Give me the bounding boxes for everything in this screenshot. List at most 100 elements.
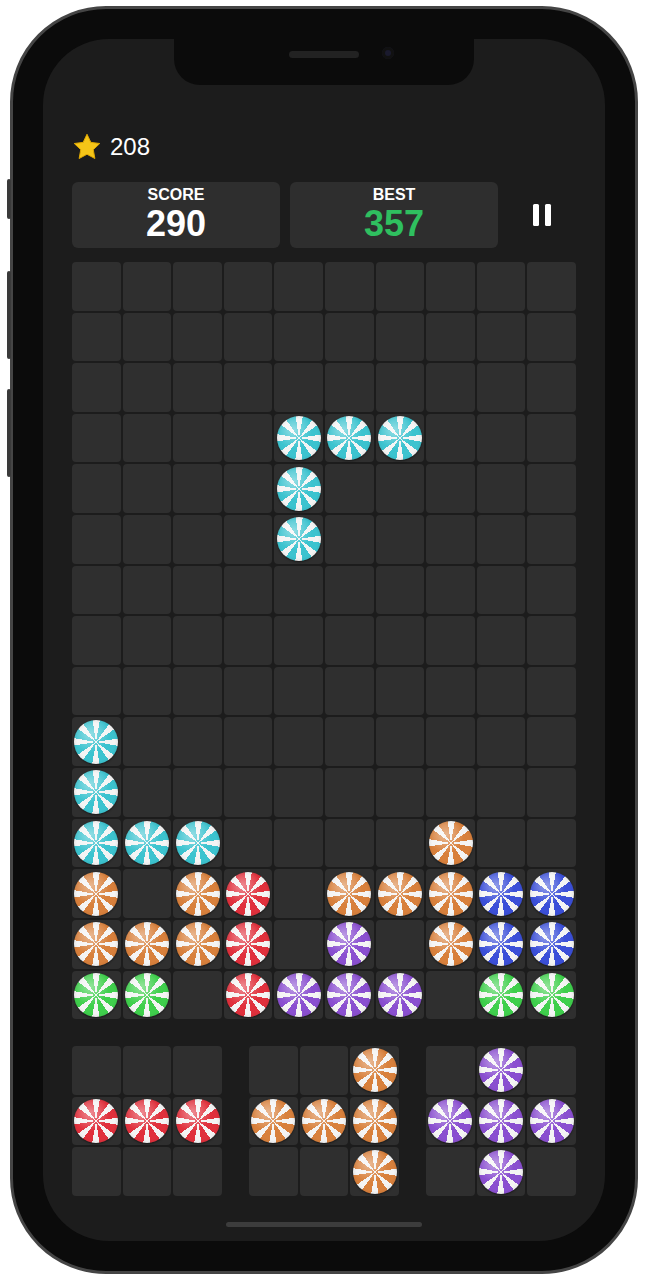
board-cell[interactable]: [527, 464, 576, 513]
board-cell[interactable]: [123, 616, 172, 665]
piece-cell[interactable]: [123, 1046, 172, 1095]
board-cell[interactable]: [325, 363, 374, 412]
board-cell[interactable]: [426, 869, 475, 918]
board-cell[interactable]: [274, 414, 323, 463]
board-cell[interactable]: [274, 819, 323, 868]
piece-cell[interactable]: [426, 1147, 475, 1196]
board-cell[interactable]: [72, 717, 121, 766]
board-cell[interactable]: [325, 313, 374, 362]
board-cell[interactable]: [325, 414, 374, 463]
board-cell[interactable]: [224, 414, 273, 463]
board-cell[interactable]: [123, 667, 172, 716]
board-cell[interactable]: [123, 464, 172, 513]
board-cell[interactable]: [426, 515, 475, 564]
board-cell[interactable]: [123, 313, 172, 362]
piece-cell[interactable]: [300, 1046, 349, 1095]
piece-cell[interactable]: [350, 1046, 399, 1095]
board-cell[interactable]: [527, 768, 576, 817]
board-cell[interactable]: [72, 566, 121, 615]
board-cell[interactable]: [274, 313, 323, 362]
board-cell[interactable]: [123, 819, 172, 868]
piece-cell[interactable]: [350, 1097, 399, 1146]
board-cell[interactable]: [376, 262, 425, 311]
board-cell[interactable]: [426, 667, 475, 716]
board-cell[interactable]: [274, 920, 323, 969]
piece-cell[interactable]: [477, 1046, 526, 1095]
board-cell[interactable]: [224, 667, 273, 716]
board-cell[interactable]: [173, 869, 222, 918]
board-cell[interactable]: [173, 920, 222, 969]
board-cell[interactable]: [274, 363, 323, 412]
board-cell[interactable]: [173, 819, 222, 868]
board-cell[interactable]: [224, 869, 273, 918]
board-cell[interactable]: [426, 920, 475, 969]
board-cell[interactable]: [325, 869, 374, 918]
piece[interactable]: [72, 1046, 222, 1196]
board-cell[interactable]: [224, 920, 273, 969]
board-cell[interactable]: [72, 262, 121, 311]
board-cell[interactable]: [274, 515, 323, 564]
board-cell[interactable]: [224, 515, 273, 564]
board-cell[interactable]: [123, 566, 172, 615]
piece-cell[interactable]: [173, 1147, 222, 1196]
board-cell[interactable]: [173, 971, 222, 1020]
board-cell[interactable]: [426, 768, 475, 817]
board-cell[interactable]: [527, 920, 576, 969]
board-cell[interactable]: [274, 717, 323, 766]
board-cell[interactable]: [325, 971, 374, 1020]
board-cell[interactable]: [477, 616, 526, 665]
board-cell[interactable]: [376, 464, 425, 513]
piece[interactable]: [249, 1046, 399, 1196]
board-cell[interactable]: [72, 768, 121, 817]
board-cell[interactable]: [123, 920, 172, 969]
board-cell[interactable]: [426, 566, 475, 615]
board-cell[interactable]: [426, 414, 475, 463]
board-cell[interactable]: [527, 616, 576, 665]
board-cell[interactable]: [173, 768, 222, 817]
board-cell[interactable]: [527, 414, 576, 463]
board-cell[interactable]: [376, 616, 425, 665]
board-cell[interactable]: [527, 262, 576, 311]
board-cell[interactable]: [527, 566, 576, 615]
board-cell[interactable]: [527, 667, 576, 716]
piece-cell[interactable]: [123, 1097, 172, 1146]
board-cell[interactable]: [527, 819, 576, 868]
board-cell[interactable]: [72, 515, 121, 564]
piece-cell[interactable]: [350, 1147, 399, 1196]
board-cell[interactable]: [376, 768, 425, 817]
board-cell[interactable]: [123, 717, 172, 766]
board-cell[interactable]: [173, 414, 222, 463]
board-cell[interactable]: [477, 363, 526, 412]
piece-cell[interactable]: [72, 1147, 121, 1196]
board-cell[interactable]: [477, 515, 526, 564]
board-cell[interactable]: [72, 869, 121, 918]
board-cell[interactable]: [325, 920, 374, 969]
piece-cell[interactable]: [300, 1147, 349, 1196]
piece-cell[interactable]: [527, 1147, 576, 1196]
board-cell[interactable]: [224, 819, 273, 868]
board-cell[interactable]: [426, 464, 475, 513]
board-cell[interactable]: [376, 363, 425, 412]
board-cell[interactable]: [123, 971, 172, 1020]
board-cell[interactable]: [123, 515, 172, 564]
piece-cell[interactable]: [72, 1046, 121, 1095]
pause-icon[interactable]: [530, 202, 554, 228]
board-cell[interactable]: [325, 262, 374, 311]
board-cell[interactable]: [376, 717, 425, 766]
board-cell[interactable]: [123, 768, 172, 817]
piece-cell[interactable]: [173, 1046, 222, 1095]
board-cell[interactable]: [426, 262, 475, 311]
board-cell[interactable]: [477, 566, 526, 615]
board-cell[interactable]: [173, 616, 222, 665]
board-cell[interactable]: [123, 363, 172, 412]
board-cell[interactable]: [274, 464, 323, 513]
board-cell[interactable]: [72, 464, 121, 513]
piece-cell[interactable]: [72, 1097, 121, 1146]
board-cell[interactable]: [72, 313, 121, 362]
pause-button[interactable]: [508, 182, 576, 248]
board-cell[interactable]: [274, 566, 323, 615]
board-cell[interactable]: [72, 363, 121, 412]
board-cell[interactable]: [376, 920, 425, 969]
board-cell[interactable]: [477, 971, 526, 1020]
board-cell[interactable]: [173, 717, 222, 766]
